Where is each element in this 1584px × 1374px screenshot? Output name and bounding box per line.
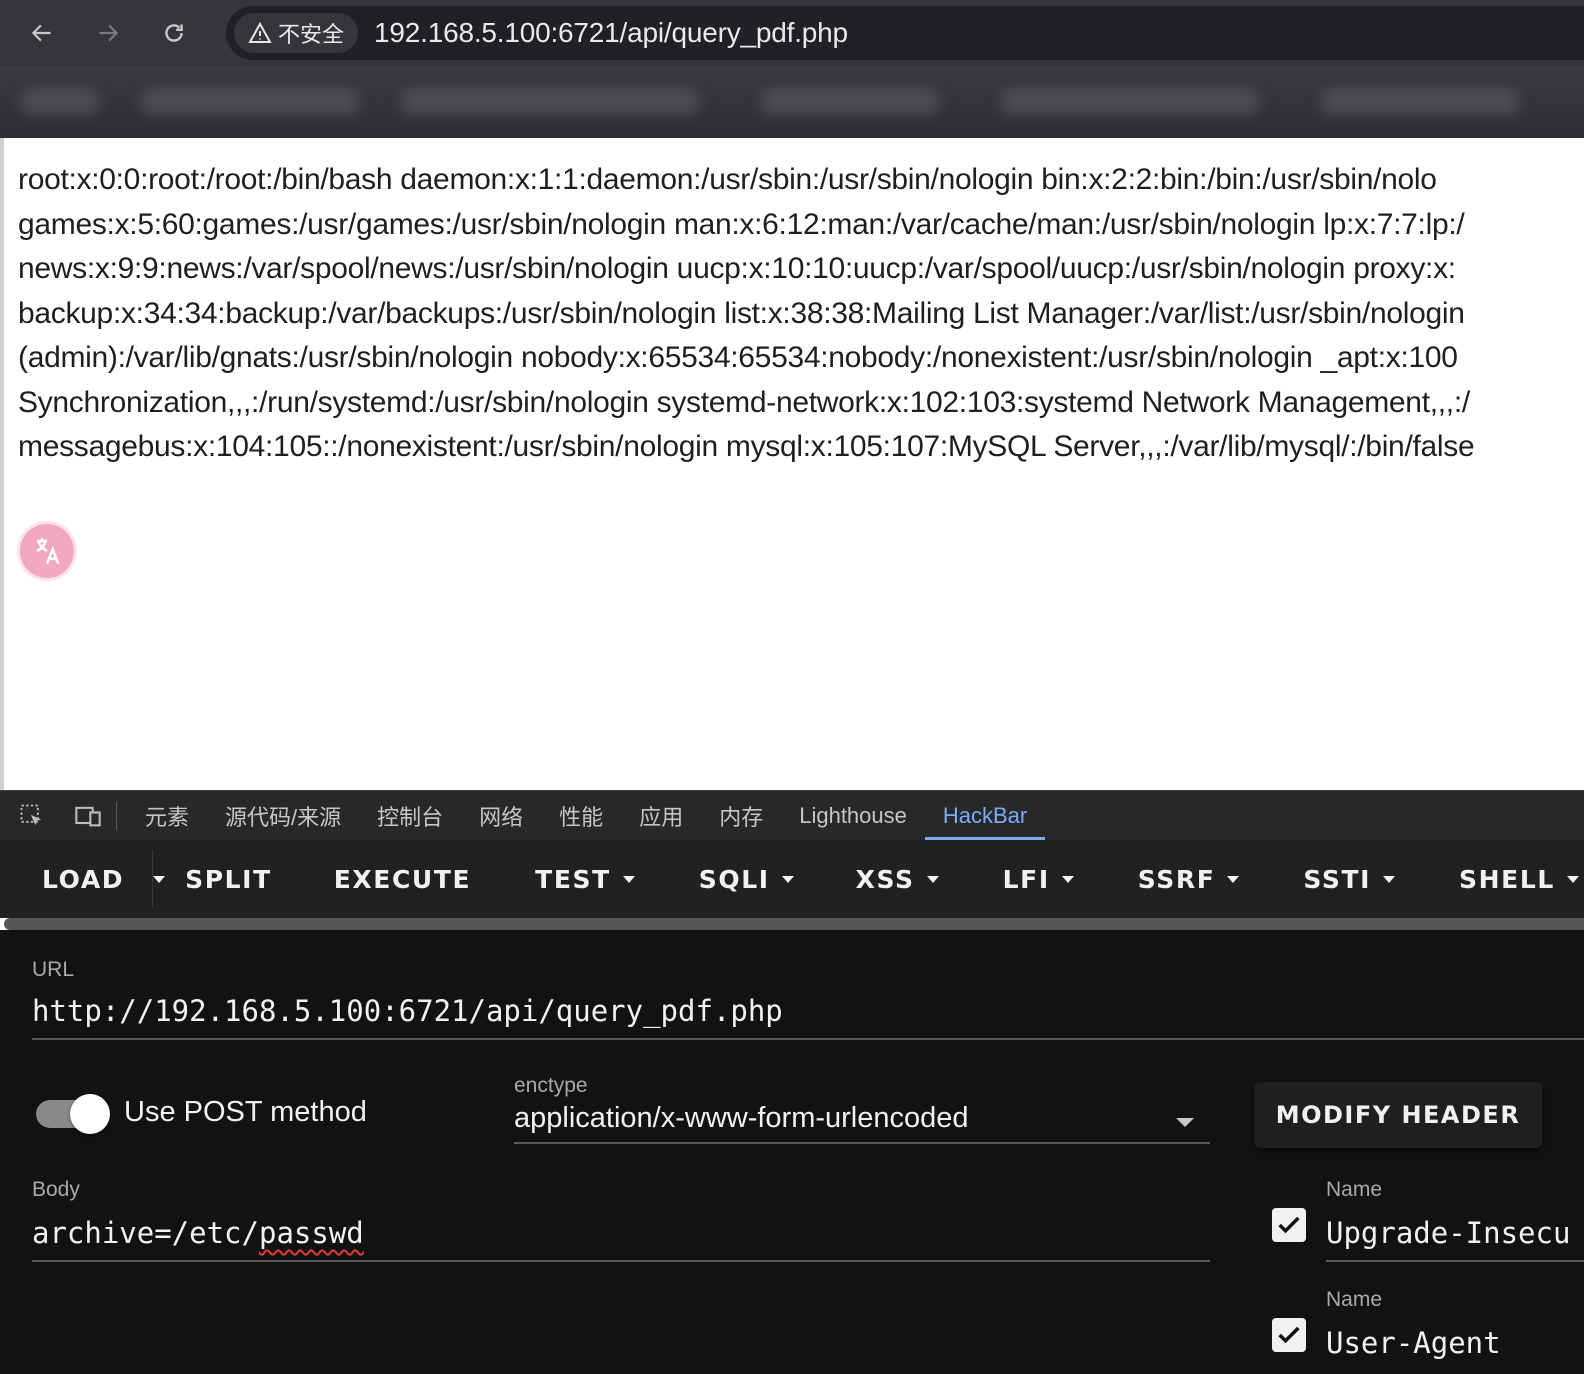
output-line: root:x:0:0:root:/root:/bin/bash daemon:x…: [18, 163, 1437, 196]
security-label: 不安全: [278, 22, 345, 47]
passwd-output: root:x:0:0:root:/root:/bin/bash daemon:x…: [4, 138, 1584, 470]
test-menu-button[interactable]: TEST: [501, 840, 665, 918]
tab-sources[interactable]: 源代码/来源: [207, 791, 359, 841]
header-name-label: Name: [1326, 1288, 1383, 1311]
chevron-down-icon: [781, 875, 794, 883]
tab-network[interactable]: 网络: [461, 791, 541, 841]
address-bar[interactable]: 不安全 192.168.5.100:6721/api/query_pdf.php: [226, 6, 1584, 60]
tab-performance[interactable]: 性能: [541, 791, 621, 841]
enctype-label: enctype: [514, 1074, 588, 1097]
header-name-label: Name: [1326, 1178, 1383, 1201]
body-input-underline: [32, 1260, 1210, 1262]
device-icon: [75, 806, 101, 826]
check-icon: [1278, 1216, 1300, 1234]
inspect-icon: [20, 804, 42, 825]
lfi-menu-button[interactable]: LFI: [969, 840, 1104, 918]
split-label: SPLIT: [185, 864, 272, 894]
ssti-label: SSTI: [1303, 864, 1372, 894]
enctype-underline: [514, 1142, 1210, 1144]
modify-header-button[interactable]: MODIFY HEADER: [1254, 1082, 1542, 1148]
header-name-input[interactable]: User-Agent: [1326, 1326, 1501, 1360]
xss-menu-button[interactable]: XSS: [824, 840, 969, 918]
post-method-toggle[interactable]: [36, 1094, 110, 1134]
warning-icon: [248, 21, 272, 43]
chevron-down-icon: [1383, 875, 1396, 883]
address-text[interactable]: 192.168.5.100:6721/api/query_pdf.php: [374, 17, 848, 49]
device-toolbar-button[interactable]: [64, 791, 112, 841]
toggle-knob: [70, 1094, 110, 1134]
devtools-tab-strip: 元素 源代码/来源 控制台 网络 性能 应用 内存 Lighthouse Hac…: [0, 790, 1584, 841]
reload-icon: [165, 24, 183, 42]
sqli-label: SQLI: [698, 864, 770, 894]
output-line: (admin):/var/lib/gnats:/usr/sbin/nologin…: [18, 341, 1458, 374]
output-line: news:x:9:9:news:/var/spool/news:/usr/sbi…: [18, 252, 1456, 285]
translate-button[interactable]: [20, 524, 74, 578]
split-button[interactable]: SPLIT: [165, 840, 302, 918]
toolbar-separator: [4, 918, 1584, 930]
browser-toolbar: 不安全 192.168.5.100:6721/api/query_pdf.php: [0, 0, 1584, 66]
chevron-down-icon: [1566, 875, 1579, 883]
arrow-right-icon: [99, 24, 119, 42]
shell-label: SHELL: [1459, 864, 1555, 894]
output-line: games:x:5:60:games:/usr/games:/usr/sbin/…: [18, 207, 1465, 241]
execute-label: EXECUTE: [333, 864, 472, 894]
chevron-down-icon: [1061, 875, 1074, 883]
body-text: archive=/etc/: [32, 1216, 259, 1250]
output-line: Synchronization,,,:/run/systemd:/usr/sbi…: [18, 385, 1470, 419]
url-input[interactable]: http://192.168.5.100:6721/api/query_pdf.…: [32, 994, 783, 1028]
chevron-down-icon: [1227, 875, 1240, 883]
check-icon: [1278, 1326, 1300, 1344]
xss-label: XSS: [855, 864, 915, 894]
header-checkbox[interactable]: [1272, 1208, 1306, 1242]
body-input[interactable]: archive=/etc/passwd: [32, 1216, 364, 1250]
chevron-down-icon: [153, 875, 166, 883]
body-label: Body: [32, 1178, 80, 1201]
tab-hackbar[interactable]: HackBar: [924, 791, 1046, 841]
ssrf-menu-button[interactable]: SSRF: [1104, 840, 1270, 918]
load-label: LOAD: [42, 864, 125, 894]
ssti-menu-button[interactable]: SSTI: [1269, 840, 1425, 918]
ssrf-label: SSRF: [1137, 864, 1216, 894]
post-method-label: Use POST method: [124, 1096, 367, 1128]
tab-application[interactable]: 应用: [621, 791, 701, 841]
lfi-label: LFI: [1002, 864, 1050, 894]
divider: [116, 801, 117, 830]
test-label: TEST: [535, 864, 611, 894]
page-content: root:x:0:0:root:/root:/bin/bash daemon:x…: [0, 138, 1584, 790]
security-chip[interactable]: 不安全: [234, 13, 359, 53]
bookmarks-bar-blurred: [0, 66, 1584, 138]
tab-memory[interactable]: 内存: [701, 791, 781, 841]
url-label: URL: [32, 958, 75, 981]
reload-button[interactable]: [152, 11, 196, 55]
header-underline: [1326, 1260, 1584, 1262]
tab-lighthouse[interactable]: Lighthouse: [781, 791, 925, 841]
output-line: messagebus:x:104:105::/nonexistent:/usr/…: [18, 430, 1475, 463]
inspect-element-button[interactable]: [8, 791, 56, 841]
output-line: backup:x:34:34:backup:/var/backups:/usr/…: [18, 296, 1465, 330]
tab-console[interactable]: 控制台: [359, 791, 461, 841]
shell-menu-button[interactable]: SHELL: [1425, 840, 1584, 918]
hackbar-panel: URL http://192.168.5.100:6721/api/query_…: [0, 930, 1584, 1374]
header-name-input[interactable]: Upgrade-Insecu: [1326, 1216, 1570, 1250]
hackbar-toolbar: LOAD SPLIT EXECUTE TEST SQLI XSS LFI SSR…: [0, 840, 1584, 918]
url-input-underline: [32, 1038, 1584, 1040]
forward-button[interactable]: [86, 11, 130, 55]
execute-button[interactable]: EXECUTE: [302, 840, 501, 918]
chevron-down-icon: [622, 875, 635, 883]
spellcheck-word: passwd: [258, 1216, 364, 1250]
header-checkbox[interactable]: [1272, 1318, 1306, 1352]
chevron-down-icon: [926, 875, 939, 883]
chevron-down-icon[interactable]: [1176, 1118, 1194, 1127]
back-button[interactable]: [20, 11, 64, 55]
tab-elements[interactable]: 元素: [127, 791, 207, 841]
enctype-select[interactable]: application/x-www-form-urlencoded: [514, 1102, 969, 1135]
translate-icon: [36, 538, 60, 565]
load-button[interactable]: LOAD: [0, 840, 152, 918]
sqli-menu-button[interactable]: SQLI: [665, 840, 824, 918]
load-dropdown-button[interactable]: [152, 850, 166, 908]
arrow-left-icon: [31, 24, 51, 42]
